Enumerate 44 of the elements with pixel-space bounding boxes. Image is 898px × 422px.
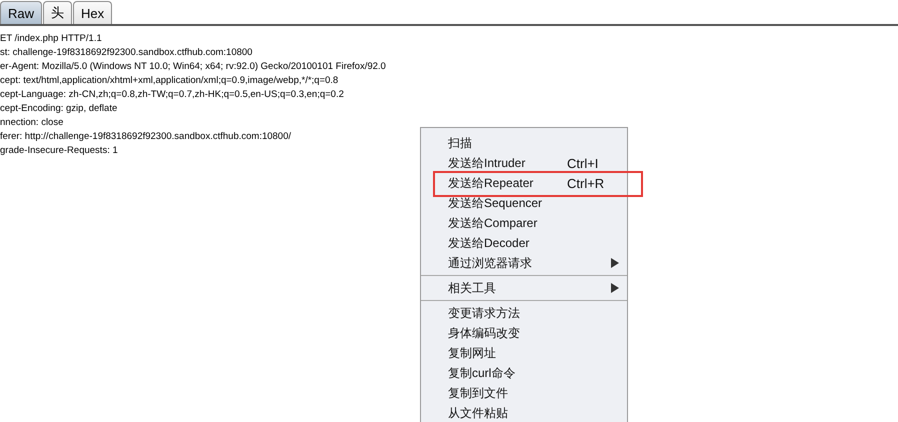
menu-item-label: 从文件粘贴 (448, 404, 509, 422)
menu-item[interactable]: 复制网址 (421, 343, 627, 363)
menu-item[interactable]: 扫描 (421, 133, 627, 153)
request-line: cept-Encoding: gzip, deflate (0, 102, 118, 116)
menu-item-label: 复制curl命令 (448, 364, 516, 382)
menu-item[interactable]: 复制到文件 (421, 383, 627, 403)
request-line: nnection: close (0, 116, 64, 130)
menu-item-label: 发送给Repeater (448, 174, 534, 192)
menu-item[interactable]: 相关工具 (421, 278, 627, 298)
menu-item-label: 发送给Comparer (448, 214, 538, 232)
menu-item[interactable]: 发送给Comparer (421, 213, 627, 233)
menu-item-label: 身体编码改变 (448, 324, 521, 342)
menu-item[interactable]: 发送给Intruder Ctrl+I (421, 153, 627, 173)
menu-item-label: 发送给Intruder (448, 154, 526, 172)
menu-item[interactable]: 从文件粘贴 (421, 403, 627, 422)
request-line: st: challenge-19f8318692f92300.sandbox.ctfhub.com:10800 (0, 46, 252, 60)
menu-item-label: 通过浏览器请求 (448, 254, 533, 272)
request-line: er-Agent: Mozilla/5.0 (Windows NT 10.0; Win64; x64; rv:92.0) Gecko/20100101 Firefox/92.0 (0, 60, 386, 74)
menu-item-label: 扫描 (448, 134, 473, 152)
menu-item-label: 发送给Decoder (448, 234, 530, 252)
request-line: cept: text/html,application/xhtml+xml,application/xml;q=0.9,image/webp,*/*;q=0.8 (0, 74, 338, 88)
menu-item-label: 变更请求方法 (448, 304, 521, 322)
request-line: ferer: http://challenge-19f8318692f92300.sandbox.ctfhub.com:10800/ (0, 130, 292, 144)
tab[interactable]: 头 (43, 1, 72, 24)
tab[interactable]: Raw (0, 1, 42, 24)
menu-item[interactable]: 身体编码改变 (421, 323, 627, 343)
request-line: ET /index.php HTTP/1.1 (0, 32, 102, 46)
submenu-arrow-icon (611, 258, 619, 268)
menu-item[interactable]: 变更请求方法 (421, 303, 627, 323)
menu-item[interactable]: 通过浏览器请求 (421, 253, 627, 273)
shortcut-label: Ctrl+I (567, 156, 600, 170)
menu-item-label: 复制到文件 (448, 384, 509, 402)
menu-item[interactable]: 发送给Repeater Ctrl+R (421, 173, 627, 193)
menu-item-label: 复制网址 (448, 344, 497, 362)
menu-item[interactable]: 发送给Sequencer (421, 193, 627, 213)
tab[interactable]: Hex (73, 1, 112, 24)
shortcut-label: Ctrl+R (567, 176, 606, 190)
request-line: cept-Language: zh-CN,zh;q=0.8,zh-TW;q=0.7,zh-HK;q=0.5,en-US;q=0.3,en;q=0.2 (0, 88, 344, 102)
submenu-arrow-icon (611, 283, 619, 293)
menu-item[interactable]: 发送给Decoder (421, 233, 627, 253)
menu-item[interactable]: 复制curl命令 (421, 363, 627, 383)
request-line: grade-Insecure-Requests: 1 (0, 144, 118, 158)
menu-item-label: 相关工具 (448, 280, 497, 296)
menu-item-label: 发送给Sequencer (448, 194, 544, 212)
